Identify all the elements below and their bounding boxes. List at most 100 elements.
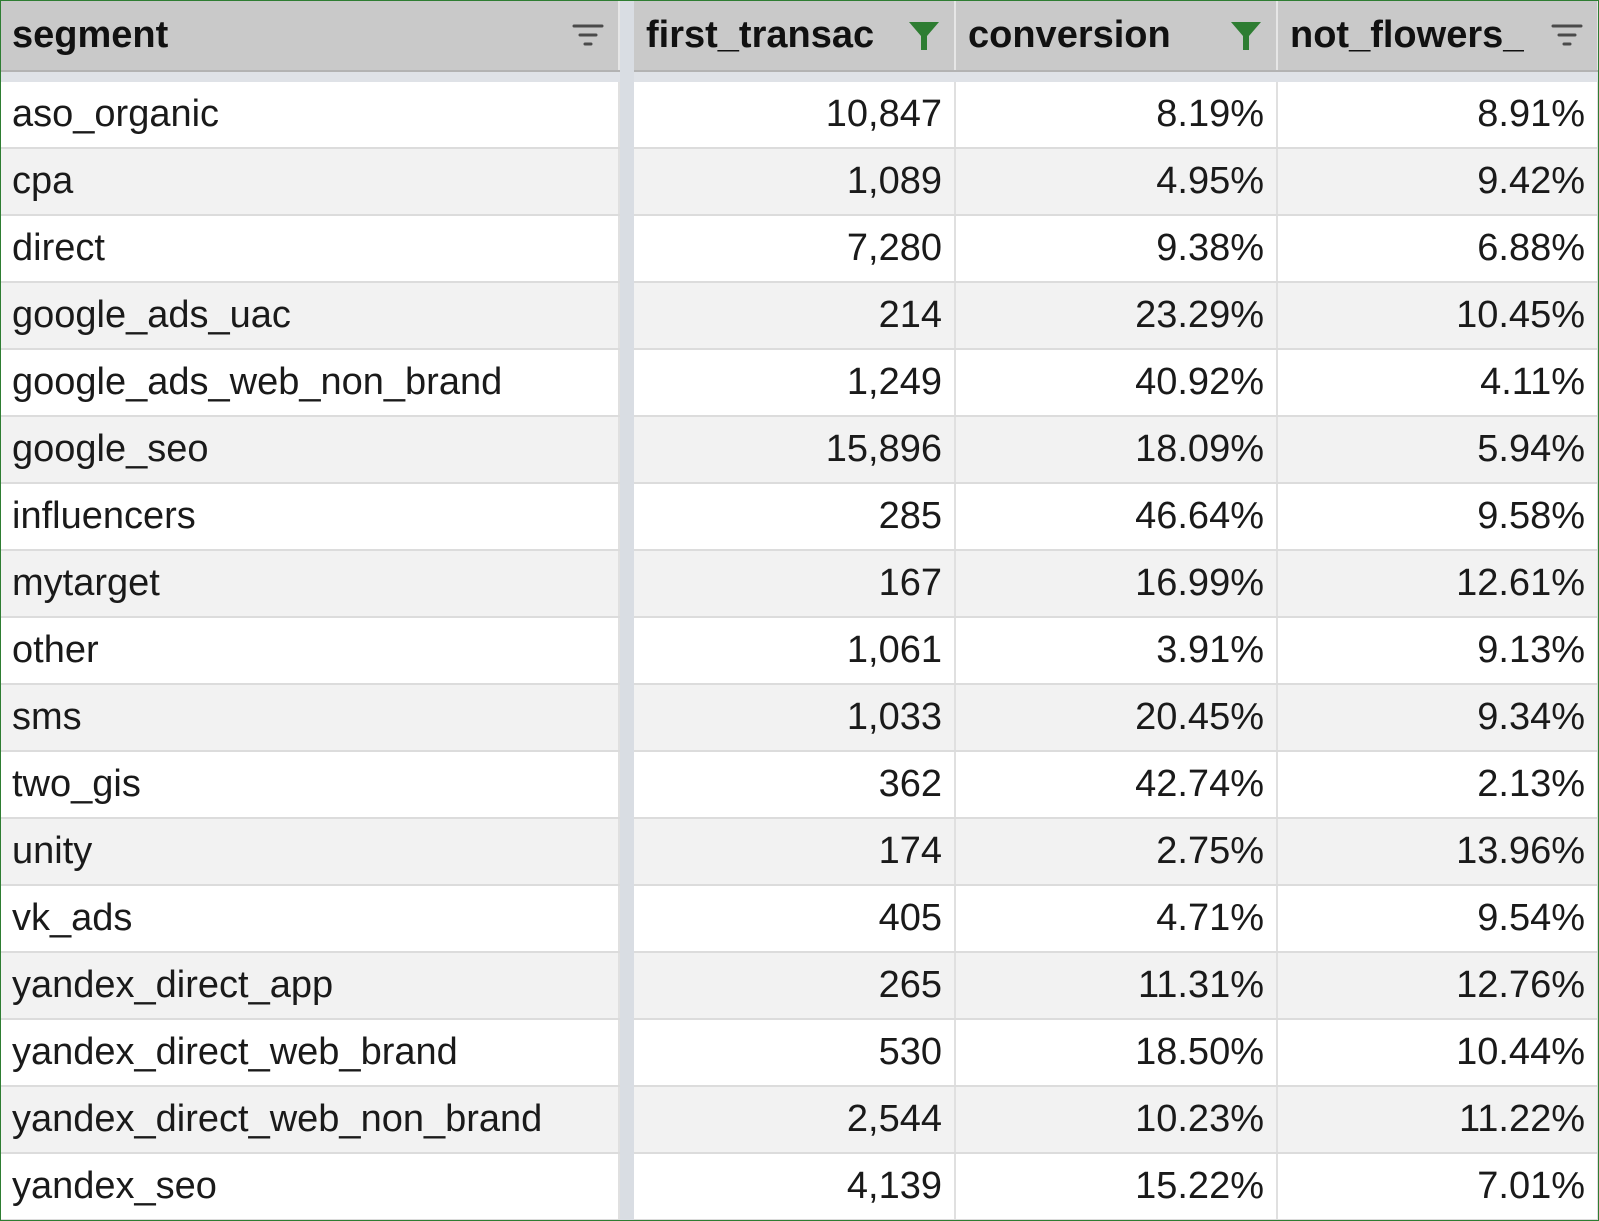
filter-active-icon[interactable] <box>904 15 944 55</box>
table-row: cpa 1,089 4.95% 9.42% <box>0 149 1599 216</box>
cell-first-transactions[interactable]: 285 <box>634 484 956 549</box>
cell-not-flowers[interactable]: 9.58% <box>1278 484 1599 549</box>
cell-first-transactions[interactable]: 214 <box>634 283 956 348</box>
cell-not-flowers[interactable]: 4.11% <box>1278 350 1599 415</box>
cell-first-transactions[interactable]: 2,544 <box>634 1087 956 1152</box>
column-header-segment[interactable]: segment <box>0 0 620 70</box>
column-header-conversion[interactable]: conversion <box>956 0 1278 70</box>
column-header-label: not_flowers_ <box>1290 13 1525 56</box>
column-header-first-transactions[interactable]: first_transac <box>634 0 956 70</box>
cell-first-transactions[interactable]: 4,139 <box>634 1154 956 1219</box>
cell-not-flowers[interactable]: 9.34% <box>1278 685 1599 750</box>
table-row: direct 7,280 9.38% 6.88% <box>0 216 1599 283</box>
cell-conversion[interactable]: 8.19% <box>956 82 1278 147</box>
cell-first-transactions[interactable]: 530 <box>634 1020 956 1085</box>
table-row: influencers 285 46.64% 9.58% <box>0 484 1599 551</box>
cell-segment[interactable]: cpa <box>0 149 620 214</box>
cell-conversion[interactable]: 16.99% <box>956 551 1278 616</box>
cell-conversion[interactable]: 9.38% <box>956 216 1278 281</box>
cell-not-flowers[interactable]: 6.88% <box>1278 216 1599 281</box>
frozen-column-divider <box>620 0 634 1221</box>
cell-not-flowers[interactable]: 9.54% <box>1278 886 1599 951</box>
cell-not-flowers[interactable]: 11.22% <box>1278 1087 1599 1152</box>
cell-not-flowers[interactable]: 8.91% <box>1278 82 1599 147</box>
table-row: yandex_direct_app 265 11.31% 12.76% <box>0 953 1599 1020</box>
cell-not-flowers[interactable]: 7.01% <box>1278 1154 1599 1219</box>
cell-segment[interactable]: yandex_direct_web_non_brand <box>0 1087 620 1152</box>
filter-icon[interactable] <box>1547 15 1587 55</box>
table-row: sms 1,033 20.45% 9.34% <box>0 685 1599 752</box>
cell-not-flowers[interactable]: 10.44% <box>1278 1020 1599 1085</box>
cell-segment[interactable]: yandex_seo <box>0 1154 620 1219</box>
cell-first-transactions[interactable]: 1,089 <box>634 149 956 214</box>
cell-first-transactions[interactable]: 1,249 <box>634 350 956 415</box>
cell-conversion[interactable]: 4.95% <box>956 149 1278 214</box>
cell-not-flowers[interactable]: 2.13% <box>1278 752 1599 817</box>
table-row: other 1,061 3.91% 9.13% <box>0 618 1599 685</box>
cell-first-transactions[interactable]: 174 <box>634 819 956 884</box>
cell-first-transactions[interactable]: 7,280 <box>634 216 956 281</box>
cell-segment[interactable]: yandex_direct_web_brand <box>0 1020 620 1085</box>
cell-segment[interactable]: two_gis <box>0 752 620 817</box>
cell-first-transactions[interactable]: 265 <box>634 953 956 1018</box>
frozen-row-divider <box>0 72 1599 82</box>
cell-conversion[interactable]: 3.91% <box>956 618 1278 683</box>
cell-segment[interactable]: sms <box>0 685 620 750</box>
table-row: google_ads_uac 214 23.29% 10.45% <box>0 283 1599 350</box>
table-row: yandex_direct_web_non_brand 2,544 10.23% 11… <box>0 1087 1599 1154</box>
cell-conversion[interactable]: 10.23% <box>956 1087 1278 1152</box>
cell-not-flowers[interactable]: 13.96% <box>1278 819 1599 884</box>
cell-segment[interactable]: google_ads_web_non_brand <box>0 350 620 415</box>
cell-segment[interactable]: vk_ads <box>0 886 620 951</box>
cell-segment[interactable]: unity <box>0 819 620 884</box>
cell-not-flowers[interactable]: 12.61% <box>1278 551 1599 616</box>
cell-first-transactions[interactable]: 10,847 <box>634 82 956 147</box>
table-row: yandex_direct_web_brand 530 18.50% 10.44% <box>0 1020 1599 1087</box>
cell-segment[interactable]: aso_organic <box>0 82 620 147</box>
table-row: yandex_seo 4,139 15.22% 7.01% <box>0 1154 1599 1221</box>
cell-conversion[interactable]: 11.31% <box>956 953 1278 1018</box>
column-header-label: first_transac <box>646 13 875 56</box>
cell-conversion[interactable]: 18.09% <box>956 417 1278 482</box>
cell-segment[interactable]: google_seo <box>0 417 620 482</box>
table-row: two_gis 362 42.74% 2.13% <box>0 752 1599 819</box>
cell-first-transactions[interactable]: 1,061 <box>634 618 956 683</box>
column-header-label: segment <box>12 13 169 56</box>
cell-not-flowers[interactable]: 12.76% <box>1278 953 1599 1018</box>
header-row: segment first_transac conversion not_flower… <box>0 0 1599 72</box>
table-row: google_ads_web_non_brand 1,249 40.92% 4.11% <box>0 350 1599 417</box>
cell-segment[interactable]: influencers <box>0 484 620 549</box>
cell-first-transactions[interactable]: 362 <box>634 752 956 817</box>
cell-conversion[interactable]: 23.29% <box>956 283 1278 348</box>
cell-segment[interactable]: google_ads_uac <box>0 283 620 348</box>
cell-segment[interactable]: mytarget <box>0 551 620 616</box>
cell-segment[interactable]: other <box>0 618 620 683</box>
cell-segment[interactable]: direct <box>0 216 620 281</box>
cell-conversion[interactable]: 18.50% <box>956 1020 1278 1085</box>
cell-conversion[interactable]: 46.64% <box>956 484 1278 549</box>
cell-segment[interactable]: yandex_direct_app <box>0 953 620 1018</box>
table-row: mytarget 167 16.99% 12.61% <box>0 551 1599 618</box>
cell-not-flowers[interactable]: 9.42% <box>1278 149 1599 214</box>
filter-active-icon[interactable] <box>1226 15 1266 55</box>
cell-conversion[interactable]: 15.22% <box>956 1154 1278 1219</box>
cell-first-transactions[interactable]: 15,896 <box>634 417 956 482</box>
column-header-label: conversion <box>968 13 1171 56</box>
column-header-not-flowers[interactable]: not_flowers_ <box>1278 0 1599 70</box>
table-row: vk_ads 405 4.71% 9.54% <box>0 886 1599 953</box>
filter-icon[interactable] <box>568 15 608 55</box>
cell-conversion[interactable]: 20.45% <box>956 685 1278 750</box>
cell-conversion[interactable]: 42.74% <box>956 752 1278 817</box>
cell-first-transactions[interactable]: 167 <box>634 551 956 616</box>
cell-first-transactions[interactable]: 405 <box>634 886 956 951</box>
cell-not-flowers[interactable]: 5.94% <box>1278 417 1599 482</box>
cell-conversion[interactable]: 4.71% <box>956 886 1278 951</box>
cell-first-transactions[interactable]: 1,033 <box>634 685 956 750</box>
table-row: aso_organic 10,847 8.19% 8.91% <box>0 82 1599 149</box>
cell-conversion[interactable]: 2.75% <box>956 819 1278 884</box>
cell-conversion[interactable]: 40.92% <box>956 350 1278 415</box>
cell-not-flowers[interactable]: 9.13% <box>1278 618 1599 683</box>
cell-not-flowers[interactable]: 10.45% <box>1278 283 1599 348</box>
table-row: google_seo 15,896 18.09% 5.94% <box>0 417 1599 484</box>
table-row: unity 174 2.75% 13.96% <box>0 819 1599 886</box>
